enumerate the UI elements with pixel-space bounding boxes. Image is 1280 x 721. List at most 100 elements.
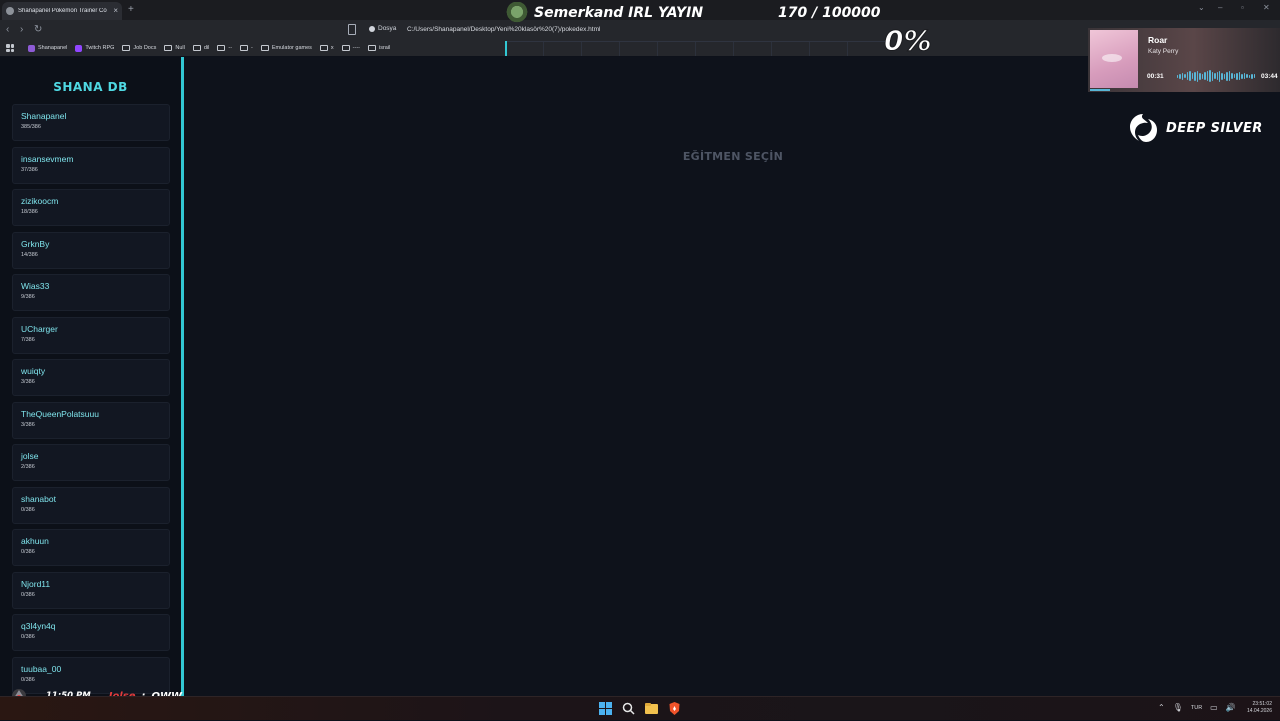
player-name: UCharger <box>21 323 58 334</box>
player-pokedex-count: 385/386 <box>21 124 41 130</box>
waveform-bar <box>1243 73 1246 79</box>
player-name: GrknBy <box>21 238 50 249</box>
waveform-bar <box>1216 72 1218 80</box>
player-name: jolse <box>21 451 39 461</box>
waveform-bar <box>1246 74 1248 78</box>
waveform-bar <box>1238 72 1241 80</box>
file-explorer-icon[interactable] <box>644 701 659 716</box>
player-name: Shanapanel <box>21 111 67 121</box>
language-indicator[interactable]: TUR <box>1191 705 1202 711</box>
progress-tick <box>771 42 772 56</box>
streamer-avatar-icon <box>505 2 529 24</box>
network-icon[interactable]: ▭ <box>1210 703 1218 713</box>
bookmark-folder[interactable]: israil <box>368 45 390 51</box>
bookmark-folder[interactable]: dil <box>192 45 209 51</box>
waveform-bar <box>1228 71 1231 81</box>
waveform-bar <box>1184 74 1186 78</box>
bookmark-folder[interactable]: Null <box>164 45 185 51</box>
now-playing-widget: Roar Katy Perry 00:31 03:44 <box>1088 28 1280 92</box>
bookmark-folder[interactable]: Emulator games <box>260 45 312 51</box>
page-title: EĞİTMEN SEÇİN <box>682 150 784 163</box>
player-card[interactable]: Njord11 0/386 <box>12 571 170 609</box>
waveform-bar <box>1209 70 1211 82</box>
player-card[interactable]: TheQueenPolatsuuu 3/386 <box>12 401 170 439</box>
deep-silver-logo-icon <box>1130 114 1157 142</box>
player-card[interactable]: shanabot 0/386 <box>12 486 170 524</box>
bookmark-folder[interactable]: -- <box>217 45 232 51</box>
folder-icon <box>260 45 269 51</box>
waveform-bar <box>1199 72 1201 80</box>
progress-tick <box>657 42 658 56</box>
waveform-bar <box>1231 73 1233 79</box>
waveform-bar <box>1181 72 1184 80</box>
progress-tick <box>809 42 810 56</box>
site-info-label: Dosya <box>378 25 397 32</box>
song-total: 03:44 <box>1261 73 1278 80</box>
url-field[interactable]: C:/Users/Shanapanel/Desktop/Yeni%20klasö… <box>407 26 600 33</box>
player-pokedex-count: 3/386 <box>21 421 35 428</box>
forward-icon[interactable]: › <box>20 23 23 37</box>
player-name: tuubaa_00 <box>21 663 62 674</box>
bookmark-item[interactable]: Twitch RPG <box>75 44 114 52</box>
bookmark-folder[interactable]: Job Docs <box>122 45 156 51</box>
close-window-icon[interactable]: ✕ <box>1263 3 1270 12</box>
player-pokedex-count: 3/386 <box>21 379 35 385</box>
bookmark-folder[interactable]: x <box>319 45 334 51</box>
sponsor-logo: DEEP SILVER <box>1126 110 1276 146</box>
goal-percent: 0% <box>884 24 933 58</box>
waveform-bar <box>1191 73 1194 79</box>
bookmark-item[interactable]: Shanapanel <box>28 44 67 52</box>
bookmark-folder[interactable]: ---- <box>341 45 360 51</box>
microphone-icon[interactable]: 🎙 <box>1173 703 1183 713</box>
apps-grid-icon[interactable] <box>6 44 14 52</box>
waveform-bar <box>1251 73 1253 79</box>
song-title: Roar <box>1148 35 1168 45</box>
player-card[interactable]: GrknBy 14/386 <box>12 231 170 269</box>
song-elapsed: 00:31 <box>1147 73 1164 80</box>
player-card[interactable]: jolse 2/386 <box>12 444 170 481</box>
tray-overflow-icon[interactable]: ⌃ <box>1158 703 1165 713</box>
tab-close-icon[interactable]: × <box>113 7 118 15</box>
player-name: shanabot <box>21 493 56 504</box>
search-icon[interactable] <box>621 701 636 716</box>
player-card[interactable]: UCharger 7/386 <box>12 316 170 354</box>
reload-icon[interactable]: ↻ <box>34 23 42 37</box>
player-card[interactable]: Shanapanel 385/386 <box>12 104 170 141</box>
player-card[interactable]: insansevmem 37/386 <box>12 146 170 184</box>
minimize-icon[interactable]: – <box>1218 3 1222 12</box>
player-pokedex-count: 2/386 <box>21 464 35 470</box>
player-card[interactable]: zizikoocm 18/386 <box>12 189 170 226</box>
bookmark-folder[interactable]: - <box>240 45 253 51</box>
back-icon[interactable]: ‹ <box>6 23 9 37</box>
taskbar-apps <box>598 701 682 716</box>
player-pokedex-count: 0/386 <box>21 549 35 555</box>
tab-search-icon[interactable]: ⌄ <box>1198 3 1205 12</box>
progress-tick <box>581 42 582 56</box>
start-icon[interactable] <box>598 701 613 716</box>
maximize-icon[interactable]: ▫ <box>1241 3 1244 12</box>
player-card[interactable]: q3l4yn4q 0/386 <box>12 614 170 651</box>
new-tab-button[interactable]: + <box>128 3 134 17</box>
browser-tab[interactable]: Shanapanel Pokémon Trainer Co × <box>2 2 122 20</box>
volume-icon[interactable]: 🔊 <box>1226 703 1236 713</box>
sidebar-title: SHANA DB <box>53 80 128 94</box>
sidebar-scrollbar[interactable] <box>181 63 184 643</box>
sponsor-name: DEEP SILVER <box>1166 120 1263 136</box>
waveform-bar <box>1248 74 1251 78</box>
waveform-bar <box>1196 70 1199 82</box>
site-info-chip[interactable]: Dosya <box>369 25 396 32</box>
folder-icon <box>164 45 173 51</box>
player-card[interactable]: akhuun 0/386 <box>12 529 170 566</box>
system-tray: ⌃ 🎙 TUR ▭ 🔊 <box>1158 703 1236 713</box>
waveform-bar <box>1223 73 1226 79</box>
player-list: Shanapanel 385/386 insansevmem 37/386 ziziko… <box>12 104 170 696</box>
brave-browser-icon[interactable] <box>667 701 682 716</box>
folder-icon <box>341 45 350 51</box>
player-card[interactable]: Wias33 9/386 <box>12 274 170 311</box>
player-card[interactable]: wuiqty 3/386 <box>12 359 170 396</box>
player-name: Njord11 <box>21 578 51 589</box>
bookmark-page-icon[interactable] <box>348 24 356 35</box>
player-name: zizikoocm <box>21 196 59 206</box>
taskbar-clock[interactable]: 23:51:02 14.04.2026 <box>1238 701 1272 715</box>
bookmark-favicon-icon <box>28 44 35 52</box>
